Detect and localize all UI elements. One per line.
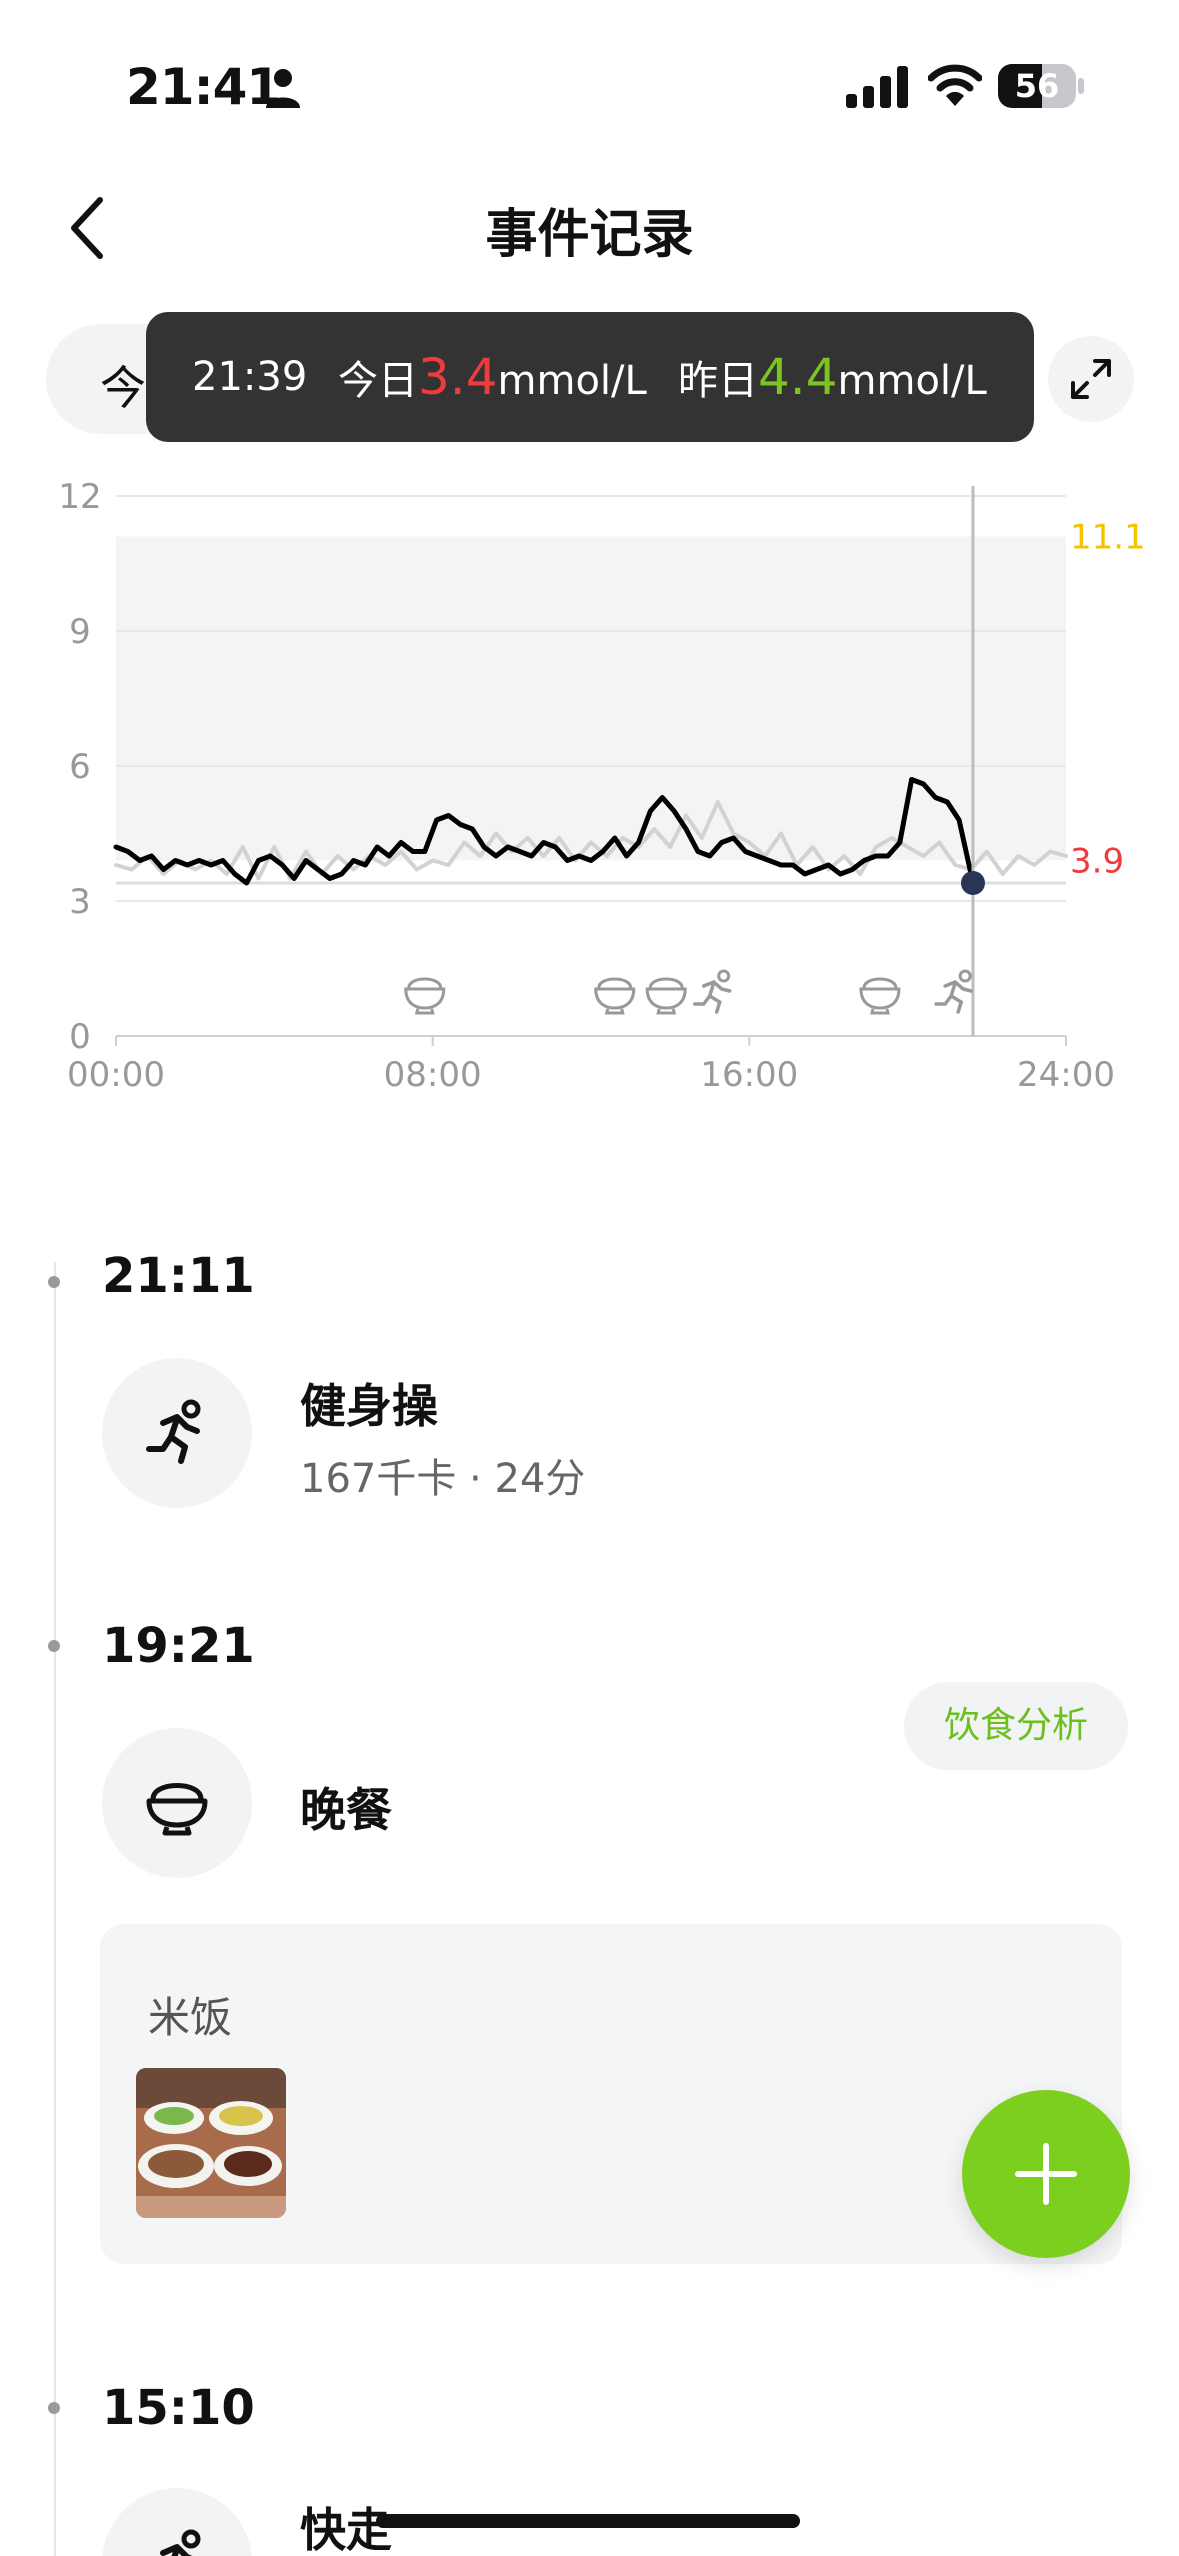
home-indicator <box>376 2514 800 2528</box>
timeline-line <box>54 1262 56 2556</box>
running-icon <box>146 1399 201 1464</box>
high-threshold-label: 11.1 <box>1070 518 1146 558</box>
tooltip-today-unit: mmol/L <box>497 358 647 404</box>
tooltip-time: 21:39 <box>192 354 308 400</box>
exercise-marker-icon[interactable] <box>692 969 732 1014</box>
wifi-icon <box>928 64 982 106</box>
tooltip-today: 今日3.4mmol/L <box>338 312 647 446</box>
status-time: 21:41 <box>126 58 281 116</box>
target-range-band <box>116 536 1066 861</box>
tooltip-today-value: 3.4 <box>418 348 498 406</box>
event-time: 15:10 <box>102 2380 255 2436</box>
x-tick-label: 08:00 <box>384 1055 482 1095</box>
meal-marker-icon[interactable] <box>594 977 636 1015</box>
event-subtitle: 167千卡 · 24分 <box>300 1456 586 1502</box>
meal-card[interactable]: 米饭 <box>100 1924 1122 2264</box>
x-tick-label: 16:00 <box>700 1055 798 1095</box>
running-icon <box>160 2529 201 2556</box>
tooltip-yesterday-value: 4.4 <box>758 348 838 406</box>
meal-marker-icon[interactable] <box>404 977 446 1015</box>
rice-bowl-icon <box>146 1783 208 1836</box>
event-time: 21:11 <box>102 1248 255 1304</box>
exercise-marker-icon[interactable] <box>934 969 973 1014</box>
timeline-dot <box>48 1276 60 1288</box>
event-title[interactable]: 健身操 <box>300 1370 438 1436</box>
meal-food-name: 米饭 <box>148 1993 233 2042</box>
meal-marker-icon[interactable] <box>645 977 687 1015</box>
page-title: 事件记录 <box>485 205 694 265</box>
x-tick-label: 00:00 <box>67 1055 165 1095</box>
y-tick-label: 0 <box>69 1017 91 1057</box>
y-tick-label: 9 <box>69 612 91 652</box>
event-icon-button[interactable] <box>102 2488 252 2556</box>
battery-percent: 56 <box>1014 67 1060 105</box>
expand-icon <box>1071 359 1111 399</box>
battery-indicator: 56 <box>998 64 1084 108</box>
timeline-dot <box>48 1640 60 1652</box>
y-tick-label: 6 <box>69 747 91 787</box>
tooltip-yesterday-label: 昨日 <box>678 358 758 404</box>
tooltip-yesterday-unit: mmol/L <box>837 358 987 404</box>
expand-chart-button[interactable] <box>1048 336 1134 422</box>
tooltip-yesterday: 昨日4.4mmol/L <box>678 312 987 446</box>
timeline-dot <box>48 2402 60 2414</box>
glucose-chart[interactable]: 0 3 6 9 12 00:00 08:00 16:00 24:00 11.1 3.9 <box>0 460 1179 1100</box>
event-time: 19:21 <box>102 1618 255 1674</box>
cellular-signal-icon <box>846 66 908 108</box>
chart-tooltip: 21:39 今日3.4mmol/L 昨日4.4mmol/L <box>146 312 1034 442</box>
low-threshold-label: 3.9 <box>1070 842 1124 882</box>
event-title[interactable]: 晚餐 <box>300 1774 392 1840</box>
event-icon-button[interactable] <box>102 1358 252 1508</box>
meal-marker-icon[interactable] <box>859 977 901 1015</box>
plus-icon <box>1015 2143 1077 2205</box>
tooltip-today-label: 今日 <box>338 358 418 404</box>
meal-photo[interactable] <box>136 2068 286 2218</box>
diet-analysis-button[interactable]: 饮食分析 <box>904 1682 1128 1770</box>
event-icon-button[interactable] <box>102 1728 252 1878</box>
y-tick-label: 12 <box>58 477 101 517</box>
cursor-dot <box>960 871 985 895</box>
y-tick-label: 3 <box>69 882 91 922</box>
x-tick-label: 24:00 <box>1017 1055 1115 1095</box>
add-event-button[interactable] <box>962 2090 1130 2258</box>
person-icon <box>266 69 300 108</box>
